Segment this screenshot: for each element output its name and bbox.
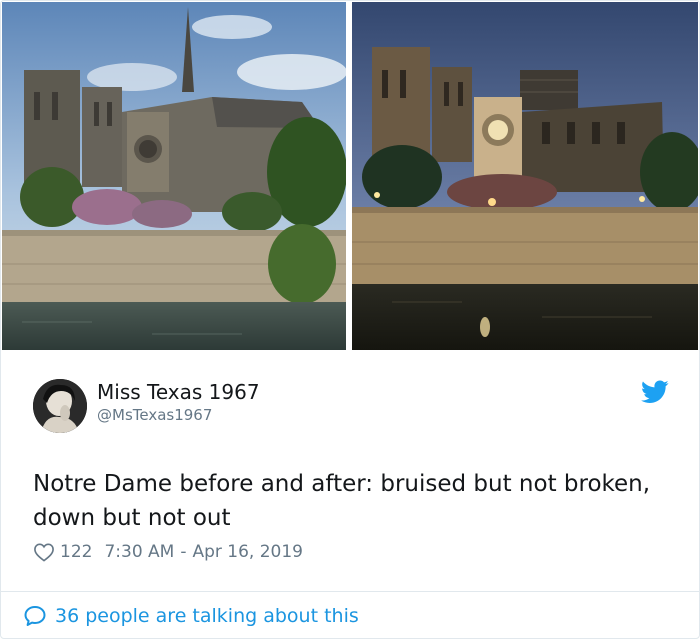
speech-bubble-icon xyxy=(24,606,46,626)
divider xyxy=(1,591,699,592)
twitter-bird-icon[interactable] xyxy=(641,380,669,404)
photo-before[interactable] xyxy=(2,2,346,350)
photo-before-image xyxy=(2,2,346,350)
tweet-text: Notre Dame before and after: bruised but… xyxy=(33,471,651,531)
photo-after-image xyxy=(352,2,698,350)
tweet-date[interactable]: Apr 16, 2019 xyxy=(192,542,303,562)
tweet-meta: 122 7:30 AM - Apr 16, 2019 xyxy=(33,540,303,564)
like-count[interactable]: 122 xyxy=(60,542,92,562)
user-handle[interactable]: @MsTexas1967 xyxy=(97,406,212,424)
conversation-label[interactable]: 36 people are talking about this xyxy=(55,605,359,627)
tweet-time[interactable]: 7:30 AM xyxy=(104,542,174,562)
tweet-card[interactable]: Miss Texas 1967 @MsTexas1967 Notre Dame … xyxy=(0,0,700,639)
photo-grid xyxy=(2,2,698,350)
meta-separator: - xyxy=(180,542,187,562)
avatar[interactable] xyxy=(33,379,87,433)
avatar-image xyxy=(33,379,87,433)
photo-after[interactable] xyxy=(352,2,698,350)
heart-icon[interactable] xyxy=(33,542,55,562)
display-name[interactable]: Miss Texas 1967 xyxy=(97,380,260,404)
conversation-link[interactable]: 36 people are talking about this xyxy=(23,603,359,629)
